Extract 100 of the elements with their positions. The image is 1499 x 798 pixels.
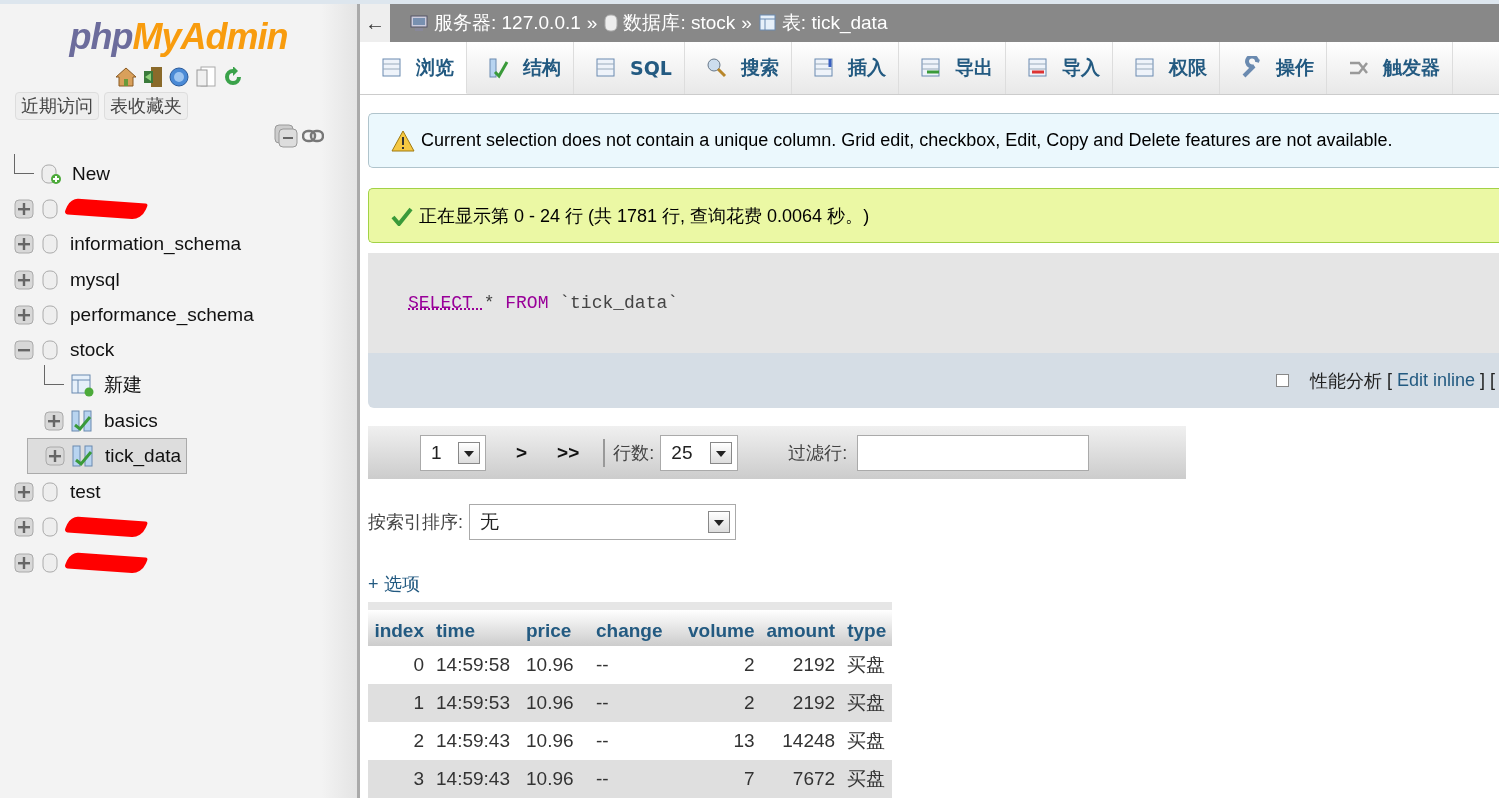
table-cell: 7 (668, 760, 761, 798)
tree-item[interactable]: basics (104, 409, 158, 432)
breadcrumb-separator: » (586, 12, 598, 34)
table-cell: 7672 (760, 760, 842, 798)
table-cell: 14:59:53 (430, 684, 520, 722)
export-icon (918, 56, 943, 80)
reload-icon[interactable] (222, 67, 243, 87)
tree-item[interactable]: New (72, 162, 110, 185)
sort-select[interactable]: 无 (469, 504, 736, 540)
table-cell: -- (590, 760, 669, 798)
table-add-icon (70, 373, 94, 398)
tree-item[interactable]: 新建 (104, 372, 142, 399)
home-icon[interactable] (114, 67, 137, 87)
link-icon[interactable] (302, 129, 324, 143)
import-icon (1025, 56, 1050, 80)
table-cell: 10.96 (520, 722, 590, 760)
door-icon[interactable] (142, 66, 163, 88)
table-icon (757, 13, 778, 33)
table-cell: 14:59:43 (430, 722, 520, 760)
filter-label: 过滤行: (788, 441, 848, 465)
database-icon (40, 516, 60, 539)
breadcrumb-link[interactable]: 表: tick_data (781, 10, 888, 36)
grid-icon (380, 55, 404, 80)
expand-icon[interactable] (45, 446, 65, 467)
table-cell: 买盘 (841, 646, 893, 684)
database-icon (40, 233, 60, 256)
table-cell: 买盘 (841, 722, 893, 760)
table-cell: 2 (668, 646, 761, 684)
table-cell: 1 (368, 684, 430, 722)
tab[interactable]: 浏览 (360, 42, 467, 94)
table-cell: 2 (668, 684, 761, 722)
computer-icon (410, 14, 430, 32)
table-cell: 买盘 (841, 760, 893, 798)
bracket-text: ] [ (1480, 370, 1495, 391)
table-cell: 14248 (760, 722, 842, 760)
table-cell: 13 (668, 722, 761, 760)
search-icon (704, 56, 729, 80)
tab[interactable]: 导出 (898, 42, 1006, 94)
tab[interactable]: 权限 (1112, 42, 1220, 94)
message-text: Current selection does not contain a unique column. Grid edit, checkbox, Edit, Copy and Delete features are not available. (421, 130, 1393, 151)
back-button[interactable]: ← (360, 4, 390, 42)
insert-icon (811, 56, 836, 80)
sidebar-tab-button[interactable]: 近期访问 (15, 92, 99, 120)
tree-line (14, 153, 34, 174)
tree-item[interactable]: test (70, 481, 101, 503)
breadcrumb-link[interactable]: 服务器: 127.0.0.1 (434, 10, 581, 36)
tree-item[interactable]: mysql (70, 268, 120, 291)
sidebar-tab-button[interactable]: 表收藏夹 (104, 92, 188, 120)
expand-icon[interactable] (14, 517, 34, 538)
table-cell: 2 (368, 722, 430, 760)
expand-icon[interactable] (44, 410, 64, 431)
help-icon[interactable] (168, 67, 189, 87)
database-icon (40, 303, 60, 326)
expand-icon[interactable] (14, 198, 34, 219)
next-page-link[interactable]: > (516, 441, 528, 464)
selected-row[interactable]: tick_data (27, 438, 188, 475)
tree-line (44, 365, 64, 386)
table-cell: 14:59:43 (430, 760, 520, 798)
edit-inline-link[interactable]: Edit inline (1396, 370, 1475, 391)
rows-select[interactable]: 25 (660, 434, 739, 471)
checkbox-label: 性能分析 (1309, 369, 1382, 393)
tab[interactable]: SQL (574, 42, 685, 94)
sql-query: SELECT * FROM `tick_data` (408, 293, 679, 313)
table-cell: 买盘 (841, 684, 893, 722)
logo: phpMyAdmin (67, 16, 289, 58)
options-link[interactable]: + 选项 (368, 572, 420, 596)
message-text: 正在显示第 0 - 24 行 (共 1781 行, 查询花费 0.0064 秒。) (419, 204, 870, 228)
tree-item[interactable]: performance_schema (70, 303, 254, 326)
expand-icon[interactable] (14, 552, 34, 573)
database-icon (40, 551, 60, 574)
page-select[interactable]: 1 (420, 434, 486, 471)
tab[interactable]: 插入 (791, 42, 899, 94)
table-cell: 2192 (760, 646, 842, 684)
tab[interactable]: 触发器 (1326, 42, 1453, 94)
table-cell: -- (590, 646, 669, 684)
collapse-icon[interactable] (14, 340, 34, 361)
table-icon (70, 408, 94, 433)
tree-item[interactable]: stock (70, 339, 115, 362)
tab[interactable]: 操作 (1219, 42, 1327, 94)
table-cell: 3 (368, 760, 430, 798)
table-cell: 10.96 (520, 646, 590, 684)
check-icon (391, 205, 413, 226)
tab[interactable]: 搜索 (684, 42, 792, 94)
collapse-all-icon[interactable] (274, 124, 298, 148)
table-icon (71, 444, 95, 469)
last-page-link[interactable]: >> (557, 441, 580, 464)
database-icon (40, 268, 60, 291)
table-cell: 10.96 (520, 684, 590, 722)
filter-field[interactable] (857, 434, 1090, 471)
tab[interactable]: 导入 (1005, 42, 1113, 94)
tree-item[interactable]: information_schema (70, 233, 242, 256)
tab[interactable]: 结构 (467, 42, 574, 94)
checkbox[interactable] (1275, 374, 1289, 387)
expand-icon[interactable] (14, 269, 34, 290)
expand-icon[interactable] (14, 304, 34, 325)
expand-icon[interactable] (14, 482, 34, 502)
breadcrumb-separator: » (741, 12, 752, 34)
expand-icon[interactable] (14, 234, 34, 255)
tree-item[interactable]: tick_data (105, 445, 182, 468)
breadcrumb-link[interactable]: 数据库: stock (623, 10, 736, 36)
